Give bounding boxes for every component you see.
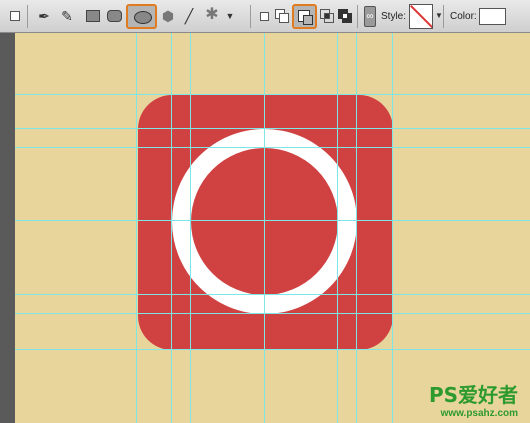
toolbar-divider [443, 5, 444, 28]
toolbar-divider [357, 5, 358, 28]
toolbar-divider [27, 5, 28, 28]
custom-shape-tool-icon[interactable]: ✱ [202, 6, 222, 26]
ellipse-tool-button[interactable] [126, 4, 157, 29]
exclude-overlapping-areas-button[interactable] [338, 9, 352, 23]
style-picker[interactable] [409, 4, 433, 29]
style-label: Style: [381, 11, 407, 22]
vertical-guide[interactable] [356, 33, 357, 423]
rounded-rectangle-tool-icon[interactable] [107, 10, 122, 22]
line-tool-icon[interactable]: ╱ [180, 7, 198, 27]
vertical-guide[interactable] [171, 33, 172, 423]
chevron-down-icon[interactable]: ▼ [224, 7, 236, 27]
watermark: PS爱好者 www.psahz.com [429, 379, 518, 419]
vertical-guide[interactable] [264, 33, 265, 423]
pen-tool-icon[interactable]: ✒ [34, 7, 54, 27]
color-label: Color: [450, 11, 477, 22]
link-style-button[interactable]: ∞ [364, 6, 376, 27]
vertical-guide[interactable] [392, 33, 393, 423]
add-to-shape-area-button[interactable] [275, 9, 289, 23]
vertical-guide[interactable] [190, 33, 191, 423]
shape-layers-button[interactable] [10, 11, 20, 21]
horizontal-guide[interactable] [15, 294, 530, 295]
document-canvas[interactable] [15, 33, 530, 423]
ellipse-icon [134, 11, 152, 24]
horizontal-guide[interactable] [15, 147, 530, 148]
rectangle-tool-icon[interactable] [86, 10, 100, 22]
watermark-logo: PS爱好者 [428, 383, 518, 407]
toolbar-divider [250, 5, 251, 28]
freeform-pen-tool-icon[interactable]: ✎ [57, 7, 77, 27]
horizontal-guide[interactable] [15, 128, 530, 129]
horizontal-guide[interactable] [15, 349, 530, 350]
color-swatch[interactable] [479, 8, 506, 25]
intersect-shape-areas-button[interactable] [320, 9, 334, 23]
vertical-guide[interactable] [136, 33, 137, 423]
watermark-url: www.psahz.com [440, 408, 518, 419]
horizontal-guide[interactable] [15, 94, 530, 95]
options-toolbar: ✒ ✎ ⬢ ╱ ✱ ▼ ∞ Style: ▼ Color: [0, 0, 530, 33]
chain-link-icon: ∞ [366, 11, 374, 22]
polygon-tool-icon[interactable]: ⬢ [159, 7, 177, 27]
horizontal-guide[interactable] [15, 313, 530, 314]
vertical-guide[interactable] [337, 33, 338, 423]
new-layer-mode-button[interactable] [260, 12, 269, 21]
subtract-from-shape-area-button[interactable] [292, 4, 317, 29]
horizontal-guide[interactable] [15, 220, 530, 221]
